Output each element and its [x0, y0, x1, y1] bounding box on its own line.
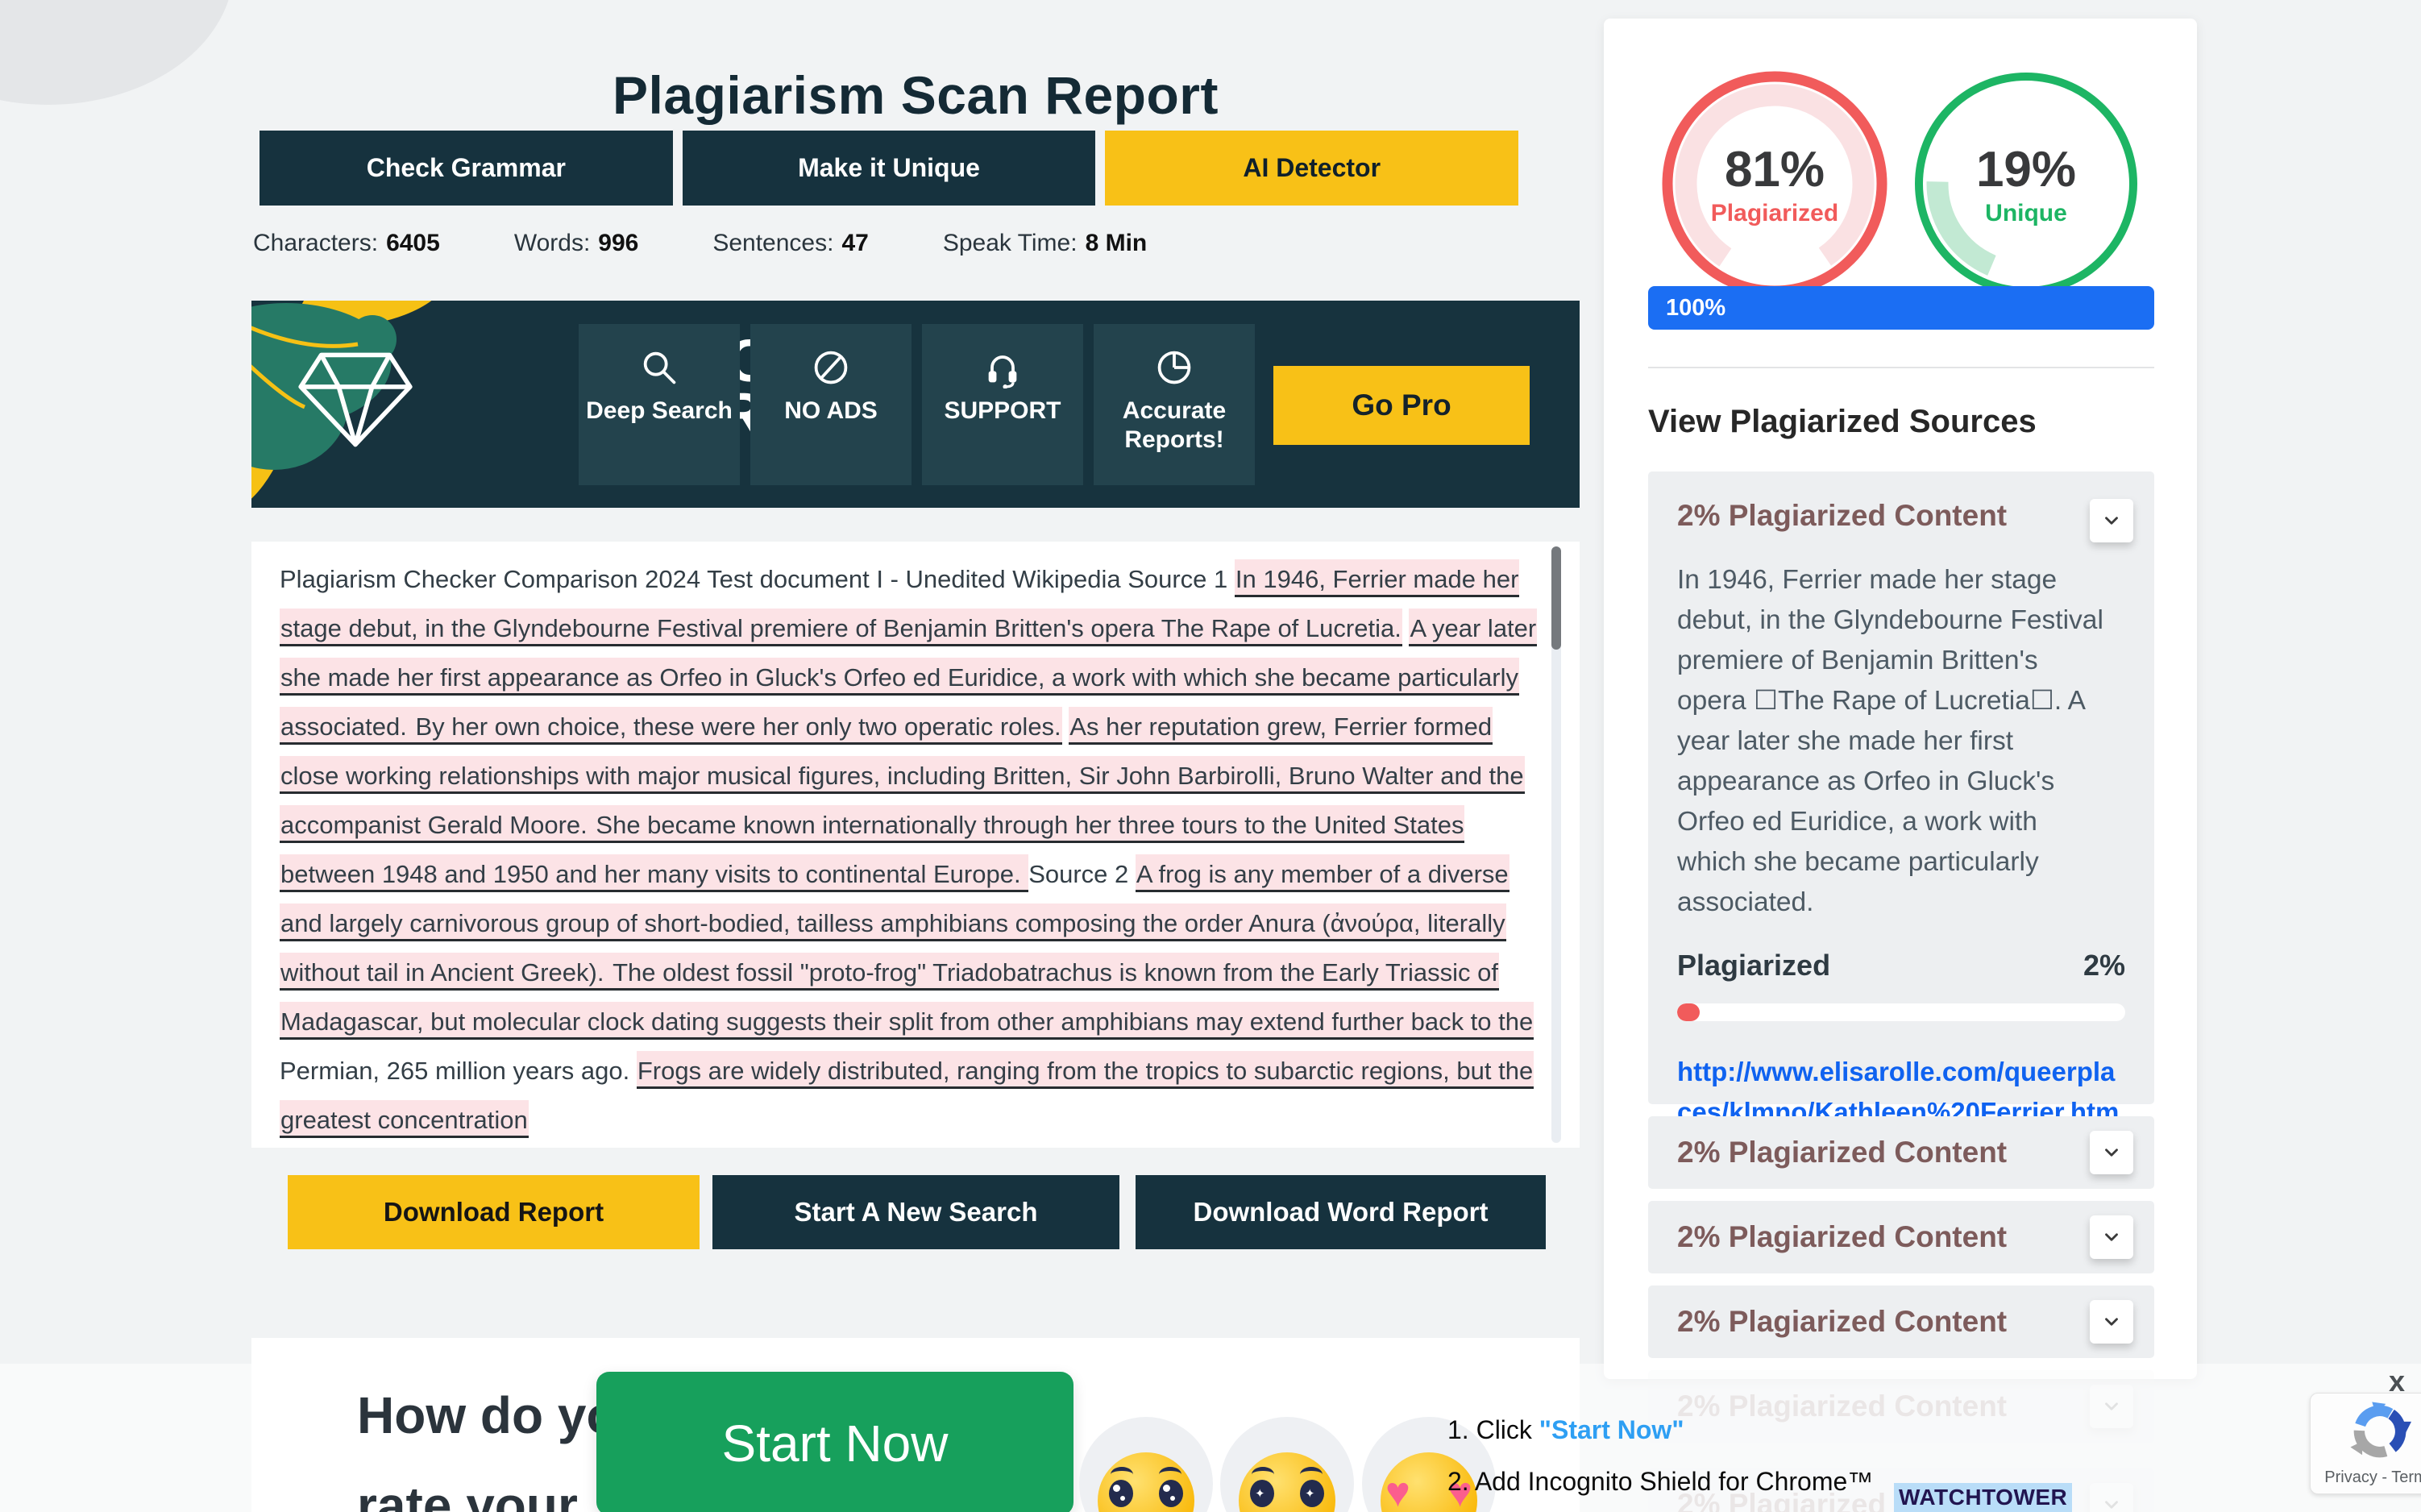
stat-speak-time: Speak Time:8 Min — [943, 230, 1147, 257]
instruction-step-2: 2. Add Incognito Shield for Chrome™ — [1447, 1456, 1873, 1507]
ad-instructions: 1. Click "Start Now" 2. Add Incognito Sh… — [1447, 1404, 1873, 1507]
collapse-source-button[interactable] — [2090, 499, 2133, 542]
top-actions: Check Grammar Make it Unique AI Detector — [260, 131, 1518, 206]
chevron-down-icon — [2101, 1311, 2122, 1332]
headset-icon — [982, 347, 1024, 388]
source-card-collapsed[interactable]: 2% Plagiarized Content — [1648, 1286, 2154, 1358]
stat-characters: Characters:6405 — [253, 230, 440, 257]
sidebar-divider — [1648, 367, 2154, 368]
plagiarized-percent: 81% — [1725, 141, 1825, 198]
search-icon — [638, 347, 680, 388]
start-new-search-button[interactable]: Start A New Search — [712, 1175, 1119, 1249]
start-now-button[interactable]: Start Now — [596, 1372, 1073, 1512]
watchtower-logo: WATCHTOWER — [1894, 1483, 2072, 1512]
unique-percent: 19% — [1976, 141, 2076, 198]
recaptcha-badge[interactable]: Privacy - Terms — [2310, 1393, 2421, 1494]
check-grammar-button[interactable]: Check Grammar — [260, 131, 673, 206]
plagiarized-gauge: 81% Plagiarized — [1657, 66, 1892, 301]
recaptcha-privacy-terms[interactable]: Privacy - Terms — [2311, 1468, 2421, 1487]
go-pro-button[interactable]: Go Pro — [1273, 366, 1530, 445]
chevron-down-icon — [2101, 510, 2122, 531]
plagiarized-segment: By her own choice, these were her only t… — [414, 707, 1061, 745]
expand-source-button[interactable] — [2090, 1300, 2133, 1344]
download-word-report-button[interactable]: Download Word Report — [1136, 1175, 1546, 1249]
start-now-text-link[interactable]: "Start Now" — [1539, 1415, 1684, 1444]
feature-deep-search: Deep Search — [579, 324, 740, 485]
corner-decoration — [0, 0, 234, 105]
page-title: Plagiarism Scan Report — [251, 64, 1580, 126]
text-segment: Source 2 — [1028, 860, 1136, 888]
source-meter-label: Plagiarized — [1677, 949, 1830, 982]
unique-gauge: 19% Unique — [1908, 66, 2144, 301]
unique-label: Unique — [1985, 200, 2067, 227]
no-ads-icon — [810, 347, 852, 388]
go-pro-banner: GO PRO Deep Search NO ADS — [251, 301, 1580, 508]
chevron-down-icon — [2101, 1142, 2122, 1163]
expand-source-button[interactable] — [2090, 1131, 2133, 1174]
pie-chart-icon — [1153, 347, 1195, 388]
source-meter-value: 2% — [2083, 949, 2125, 982]
document-text: Plagiarism Checker Comparison 2024 Test … — [280, 555, 1537, 1144]
text-segment — [1062, 712, 1069, 741]
source-title: 2% Plagiarized Content — [1677, 499, 2125, 533]
stat-sentences: Sentences:47 — [712, 230, 868, 257]
text-segment: Permian, 265 million years ago. — [280, 1057, 637, 1085]
scanned-document-card: Plagiarism Checker Comparison 2024 Test … — [251, 542, 1580, 1148]
download-report-button[interactable]: Download Report — [288, 1175, 700, 1249]
go-pro-features: Deep Search NO ADS SUPPORT — [579, 324, 1255, 485]
plagiarized-label: Plagiarized — [1711, 200, 1838, 227]
source-card-expanded: 2% Plagiarized Content In 1946, Ferrier … — [1648, 471, 2154, 1104]
feature-support: SUPPORT — [922, 324, 1083, 485]
scan-progress-bar: 100% — [1648, 286, 2154, 330]
ai-detector-button[interactable]: AI Detector — [1105, 131, 1518, 206]
chevron-down-icon — [2101, 1227, 2122, 1248]
expand-source-button[interactable] — [2090, 1215, 2133, 1259]
source-meter-fill — [1677, 1003, 1700, 1021]
feature-accurate-reports: Accurate Reports! — [1094, 324, 1255, 485]
source-card-collapsed[interactable]: 2% Plagiarized Content — [1648, 1201, 2154, 1273]
source-meter-track — [1677, 1003, 2125, 1021]
document-scrollbar-thumb[interactable] — [1551, 546, 1561, 650]
diamond-icon — [290, 347, 421, 451]
recaptcha-icon — [2348, 1400, 2411, 1463]
text-segment: Plagiarism Checker Comparison 2024 Test … — [280, 565, 1235, 593]
plagiarism-report-page: Plagiarism Scan Report Check Grammar Mak… — [0, 0, 2421, 1512]
stat-words: Words:996 — [514, 230, 639, 257]
sources-heading: View Plagiarized Sources — [1648, 404, 2037, 440]
feature-no-ads: NO ADS — [750, 324, 912, 485]
source-card-collapsed[interactable]: 2% Plagiarized Content — [1648, 1116, 2154, 1189]
instruction-step-1: 1. Click "Start Now" — [1447, 1404, 1873, 1456]
source-excerpt: In 1946, Ferrier made her stage debut, i… — [1677, 560, 2112, 923]
make-it-unique-button[interactable]: Make it Unique — [683, 131, 1096, 206]
results-sidebar: 81% Plagiarized 19% Unique 100% View Pla… — [1604, 19, 2197, 1379]
document-stats: Characters:6405 Words:996 Sentences:47 S… — [253, 230, 1147, 257]
